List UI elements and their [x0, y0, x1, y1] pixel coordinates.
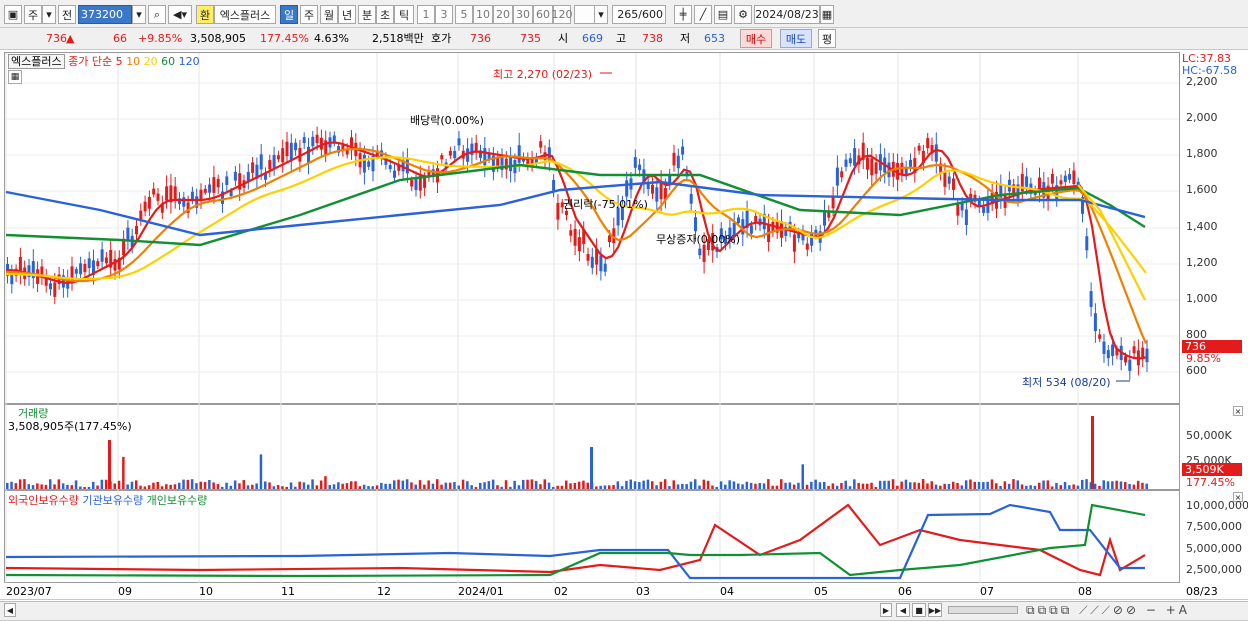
- x-axis: [0, 583, 1248, 600]
- rights-annotation: 권리락(-75.01%): [563, 198, 648, 211]
- dividend-annotation: 배당락(0.00%): [410, 114, 484, 127]
- price-tick: 600: [1186, 364, 1207, 377]
- current-pct: 9.85%: [1186, 352, 1221, 365]
- data-table-icon[interactable]: ▦: [8, 70, 22, 84]
- price-tick: 1,600: [1186, 183, 1218, 196]
- x-axis-label: 07: [980, 585, 994, 598]
- zoom-slider[interactable]: [948, 606, 1018, 614]
- x-axis-label: 11: [281, 585, 295, 598]
- price-tick: 1,800: [1186, 147, 1218, 160]
- x-axis-label: 03: [636, 585, 650, 598]
- stock-label: 엑스플러스: [8, 54, 65, 69]
- x-axis-label: 2024/01: [458, 585, 504, 598]
- ma20-label: 20: [143, 55, 158, 68]
- low-annotation: 최저 534 (08/20): [1022, 376, 1111, 389]
- ma60-label: 60: [161, 55, 176, 68]
- moving-average-lines: [5, 141, 1148, 360]
- institution-holdings-label: 기관보유수량: [82, 494, 144, 507]
- play-icon[interactable]: ◀: [896, 603, 910, 617]
- candle-series: [6, 126, 1149, 380]
- volume-current-tag: 3,509K: [1182, 463, 1242, 476]
- x-axis-label: 2023/07: [6, 585, 52, 598]
- ma-prefix: 종가 단순: [68, 55, 113, 68]
- ma120-label: 120: [178, 55, 200, 68]
- x-axis-label: 02: [554, 585, 568, 598]
- x-axis-label: 05: [814, 585, 828, 598]
- chart-tools[interactable]: ⧉⧉⧉⧉ ⟋⟋⟋⊘⊘ − +A: [1026, 603, 1190, 618]
- volume-current-pct: 177.45%: [1186, 476, 1235, 489]
- holdings-tick-10m: 10,000,000: [1186, 499, 1248, 512]
- price-tick: 1,000: [1186, 292, 1218, 305]
- x-axis-label: 10: [199, 585, 213, 598]
- x-axis-label: 04: [720, 585, 734, 598]
- high-annotation: 최고 2,270 (02/23): [493, 68, 593, 81]
- price-tick: 2,000: [1186, 111, 1218, 124]
- holdings-legend: 외국인보유수량 기관보유수량 개인보유수량: [8, 492, 207, 508]
- x-axis-label: 06: [898, 585, 912, 598]
- price-tick: 1,200: [1186, 256, 1218, 269]
- bonus-annotation: 무상증자(0.00%): [656, 233, 741, 246]
- x-axis-label: 09: [118, 585, 132, 598]
- stop-icon[interactable]: ■: [912, 603, 926, 617]
- price-tick: 1,400: [1186, 220, 1218, 233]
- close-icon[interactable]: ×: [1233, 406, 1243, 416]
- holdings-tick-7.5m: 7,500,000: [1186, 520, 1242, 533]
- ma5-label: 5: [115, 55, 123, 68]
- volume-tick-50000k: 50,000K: [1186, 429, 1232, 442]
- holdings-tick-5m: 5,000,000: [1186, 542, 1242, 555]
- stock-chart[interactable]: [0, 0, 1248, 621]
- volume-bars: [6, 416, 1148, 489]
- individual-holdings-label: 개인보유수량: [146, 494, 208, 507]
- price-legend: 엑스플러스 종가 단순 5 10 20 60 120: [8, 53, 200, 69]
- x-axis-label: 08: [1078, 585, 1092, 598]
- holdings-lines: [5, 503, 1146, 580]
- foreign-holdings-label: 외국인보유수량: [8, 494, 79, 507]
- forward-icon[interactable]: ▶▶: [928, 603, 942, 617]
- scroll-right-icon[interactable]: ▶: [880, 603, 892, 617]
- holdings-tick-2.5m: 2,500,000: [1186, 563, 1242, 576]
- scroll-left-icon[interactable]: ◀: [4, 603, 16, 617]
- ma10-label: 10: [126, 55, 141, 68]
- volume-value: 3,508,905주(177.45%): [8, 420, 132, 433]
- x-axis-label: 12: [377, 585, 391, 598]
- x-axis-end-label: 08/23: [1186, 585, 1218, 598]
- price-tick: 2,200: [1186, 75, 1218, 88]
